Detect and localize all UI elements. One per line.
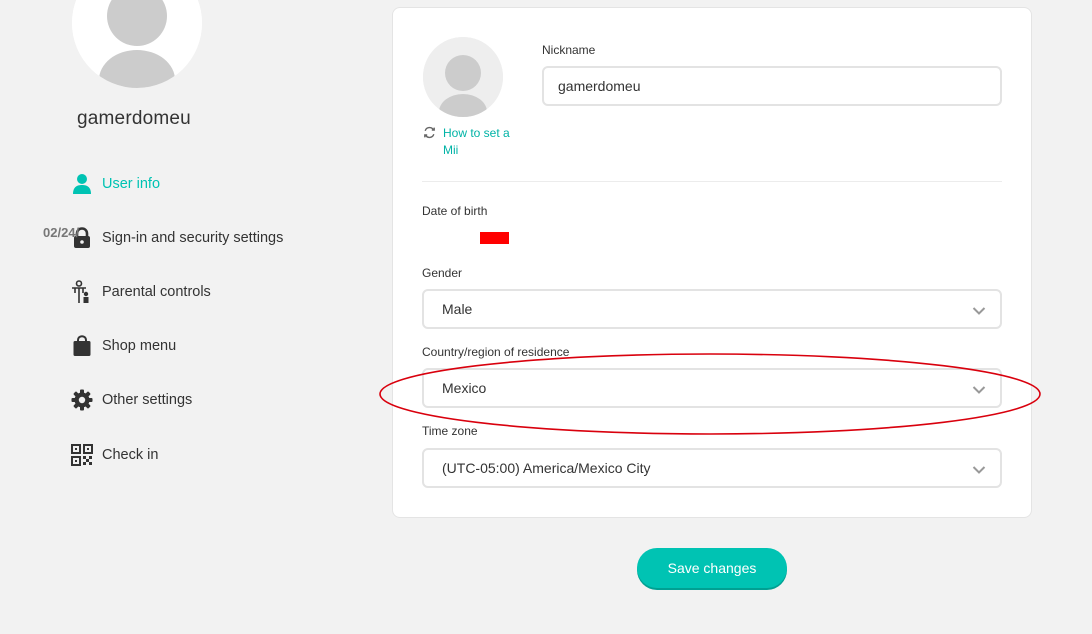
date-of-birth-label: Date of birth bbox=[422, 204, 488, 218]
default-avatar-icon bbox=[423, 37, 503, 117]
nickname-label: Nickname bbox=[542, 43, 596, 57]
time-zone-label: Time zone bbox=[422, 424, 478, 438]
gender-select[interactable]: Male bbox=[422, 289, 1002, 329]
sidebar-item-label: User info bbox=[102, 176, 161, 192]
sidebar-item-label: Other settings bbox=[102, 392, 193, 408]
sidebar-item-shop-menu[interactable]: Shop menu bbox=[70, 332, 330, 360]
country-select[interactable]: Mexico bbox=[422, 368, 1002, 408]
sidebar-item-check-in[interactable]: Check in bbox=[70, 441, 330, 469]
nickname-input[interactable] bbox=[542, 66, 1002, 106]
save-changes-button[interactable]: Save changes bbox=[637, 548, 787, 588]
sidebar-item-label: Parental controls bbox=[102, 284, 211, 300]
sidebar-item-user-info[interactable]: User info bbox=[70, 170, 330, 198]
chevron-down-icon bbox=[972, 303, 986, 319]
profile-username: gamerdomeu bbox=[77, 108, 191, 129]
sidebar-item-parental-controls[interactable]: Parental controls bbox=[70, 278, 330, 306]
gear-icon bbox=[70, 388, 94, 412]
user-info-card: How to set a Mii Nickname Date of birth bbox=[392, 7, 1032, 518]
account-settings-page: gamerdomeu User info Sign-in and securit… bbox=[0, 0, 1092, 634]
qr-code-icon bbox=[70, 443, 94, 467]
chevron-down-icon bbox=[972, 462, 986, 478]
mii-link-label: How to set a Mii bbox=[443, 126, 510, 157]
sidebar-item-label: Shop menu bbox=[102, 338, 177, 354]
gender-selected-value: Male bbox=[442, 301, 473, 317]
parental-controls-icon bbox=[70, 280, 94, 304]
profile-avatar bbox=[72, 0, 202, 88]
time-zone-select[interactable]: (UTC-05:00) America/Mexico City bbox=[422, 448, 1002, 488]
sidebar-item-label: Check in bbox=[102, 447, 159, 463]
section-divider bbox=[422, 181, 1002, 182]
sidebar-item-other-settings[interactable]: Other settings bbox=[70, 386, 330, 414]
chevron-down-icon bbox=[972, 382, 986, 398]
gender-label: Gender bbox=[422, 266, 463, 280]
country-label: Country/region of residence bbox=[422, 345, 570, 359]
sidebar-item-label: Sign-in and security settings bbox=[102, 230, 284, 246]
date-of-birth-value: 02/24/ bbox=[43, 225, 80, 240]
default-avatar-icon bbox=[72, 0, 202, 88]
sidebar-item-sign-in-security[interactable]: Sign-in and security settings bbox=[70, 224, 330, 252]
shopping-bag-icon bbox=[70, 334, 94, 358]
time-zone-selected-value: (UTC-05:00) America/Mexico City bbox=[442, 460, 651, 476]
country-selected-value: Mexico bbox=[442, 380, 487, 396]
person-icon bbox=[70, 172, 94, 196]
mii-avatar bbox=[423, 37, 503, 117]
redaction-mark bbox=[480, 232, 509, 244]
refresh-icon bbox=[423, 126, 436, 144]
